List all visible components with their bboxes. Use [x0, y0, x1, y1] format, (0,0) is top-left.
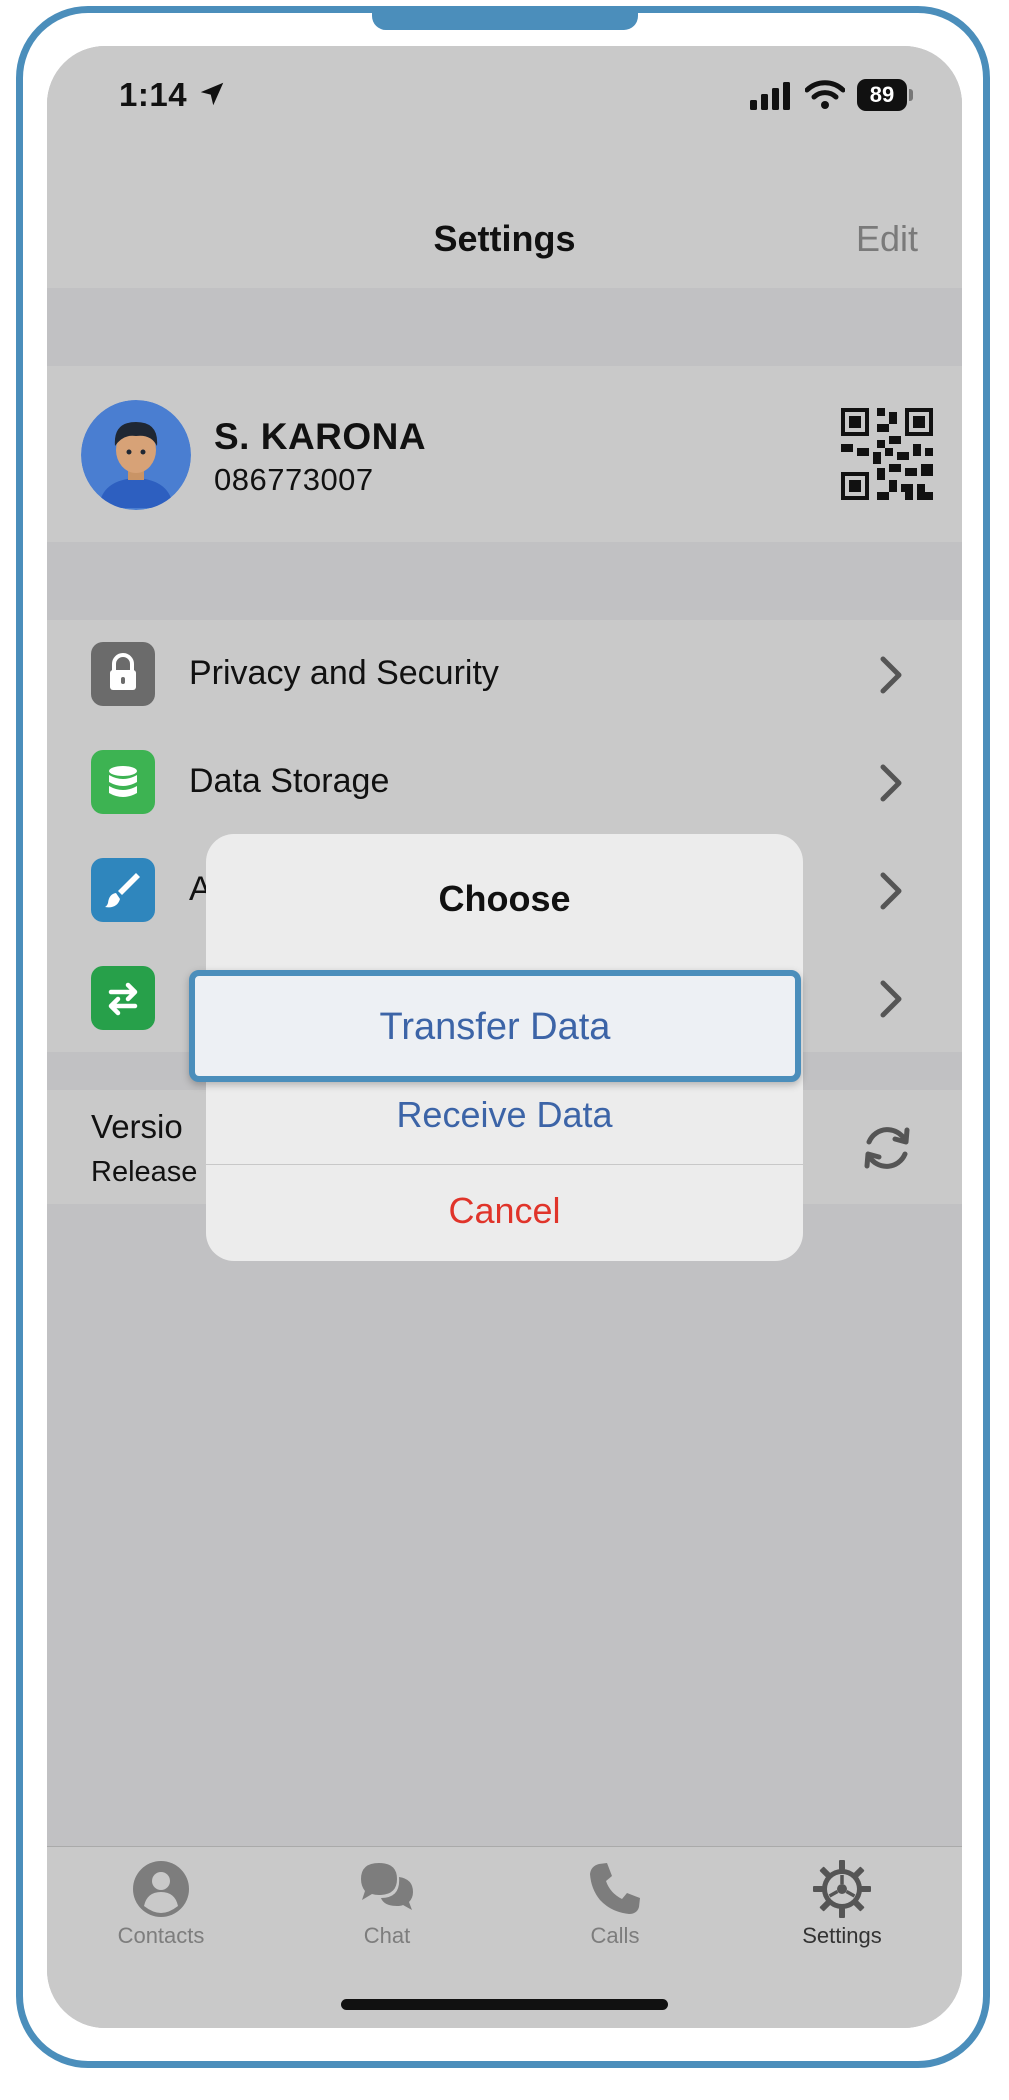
version-subtitle: Release [91, 1156, 198, 1188]
cancel-button[interactable]: Cancel [206, 1190, 803, 1232]
receive-data-button[interactable]: Receive Data [206, 1094, 803, 1136]
gear-icon [813, 1860, 871, 1918]
chevron-right-icon [880, 764, 902, 802]
battery-tip [909, 89, 913, 101]
profile-card[interactable]: S. KARONA 086773007 [47, 366, 962, 542]
page-title: Settings [433, 218, 576, 259]
device-top-bar [372, 6, 638, 30]
person-icon [133, 1861, 189, 1917]
tab-label: Contacts [117, 1923, 205, 1948]
menu-item-label: Data Storage [189, 762, 390, 800]
edit-button[interactable]: Edit [856, 218, 918, 260]
tab-label: Calls [590, 1923, 640, 1948]
avatar [81, 400, 191, 510]
tab-chat[interactable]: Chat [287, 1859, 487, 1969]
lock-icon [91, 642, 155, 706]
chevron-right-icon [880, 872, 902, 910]
home-indicator [341, 1999, 668, 2010]
signal-icon [750, 82, 790, 110]
chat-bubbles-icon [361, 1863, 413, 1910]
brush-icon [91, 858, 155, 922]
version-title: Versio [91, 1108, 183, 1145]
database-icon [91, 750, 155, 814]
profile-name: S. KARONA [214, 416, 427, 457]
transfer-icon [91, 966, 155, 1030]
menu-item-data-storage[interactable]: Data Storage [47, 728, 962, 836]
tab-contacts[interactable]: Contacts [61, 1859, 261, 1969]
transfer-data-label: Transfer Data [379, 1006, 611, 1048]
avatar-person-icon [81, 400, 191, 510]
phone-icon [590, 1863, 640, 1914]
location-arrow-icon [200, 82, 224, 106]
navigation-bar: Settings Edit [47, 156, 962, 288]
profile-phone: 086773007 [214, 462, 374, 497]
refresh-icon[interactable] [857, 1118, 917, 1178]
chevron-right-icon [880, 980, 902, 1018]
wifi-icon [805, 80, 845, 109]
tab-label: Chat [363, 1923, 411, 1948]
status-bar: 1:14 89 [47, 46, 962, 156]
sheet-title: Choose [438, 878, 571, 919]
tab-label: Settings [802, 1923, 882, 1948]
menu-item-privacy-security[interactable]: Privacy and Security [47, 620, 962, 728]
tab-settings[interactable]: Settings [742, 1859, 942, 1969]
tab-calls[interactable]: Calls [515, 1859, 715, 1969]
menu-item-label: Privacy and Security [189, 654, 499, 692]
battery-indicator: 89 [857, 79, 907, 111]
sheet-divider [206, 1164, 803, 1165]
qr-code-icon[interactable] [841, 408, 933, 500]
status-time: 1:14 [119, 76, 188, 113]
transfer-data-button[interactable]: Transfer Data [189, 970, 801, 1082]
chevron-right-icon [880, 656, 902, 694]
